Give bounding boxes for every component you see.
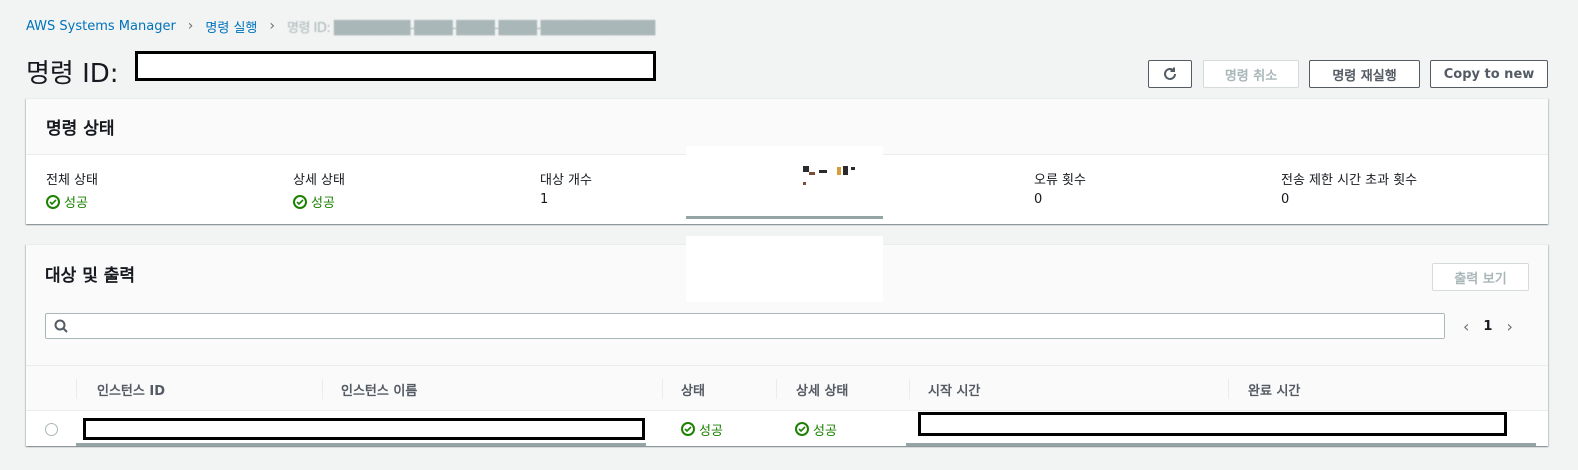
breadcrumb: AWS Systems Manager › 명령 실행 › 명령 ID: ███… — [26, 16, 655, 36]
redaction-patch — [686, 236, 883, 302]
command-id-redacted — [135, 51, 656, 81]
status-label: 오류 횟수 — [1034, 173, 1086, 188]
success-check-icon — [293, 194, 307, 209]
row-status-text: 성공 — [699, 423, 723, 439]
column-instance-name[interactable]: 인스턴스 이름 — [322, 366, 417, 412]
redaction-underline — [906, 443, 1536, 446]
table-header: 인스턴스 ID 인스턴스 이름 상태 상세 상태 시작 시간 완료 시간 — [26, 365, 1548, 411]
column-divider — [76, 379, 77, 399]
redaction-underline — [76, 443, 646, 446]
targets-title: 대상 및 출력 — [45, 266, 136, 286]
command-status-title: 명령 상태 — [46, 119, 115, 139]
column-end-time[interactable]: 완료 시간 — [1229, 366, 1300, 412]
current-page[interactable]: 1 — [1483, 319, 1492, 334]
success-check-icon — [46, 194, 60, 209]
row-status: 성공 — [681, 411, 723, 447]
cancel-command-button[interactable]: 명령 취소 — [1203, 60, 1299, 88]
search-icon — [54, 319, 68, 333]
breadcrumb-separator-icon: › — [269, 18, 275, 34]
column-status[interactable]: 상태 — [662, 366, 705, 412]
page-title: 명령 ID: — [26, 54, 119, 89]
pagination: ‹ 1 › — [1463, 313, 1513, 339]
redaction-underline — [686, 216, 883, 219]
column-instance-id[interactable]: 인스턴스 ID — [78, 366, 165, 412]
page-title-text: 명령 ID: — [26, 58, 119, 89]
next-page-icon[interactable]: › — [1506, 317, 1512, 336]
status-value: 성공 — [46, 192, 88, 211]
table-row: 성공 성공 — [26, 411, 1548, 447]
column-detail-status[interactable]: 상세 상태 — [777, 366, 848, 412]
status-label: 전송 제한 시간 초과 횟수 — [1281, 173, 1418, 188]
column-start-time[interactable]: 시작 시간 — [909, 366, 980, 412]
time-redacted — [918, 412, 1507, 436]
row-detail-status: 성공 — [795, 411, 837, 447]
status-label: 전체 상태 — [46, 173, 98, 188]
row-select-radio[interactable] — [45, 423, 58, 436]
prev-page-icon[interactable]: ‹ — [1463, 317, 1469, 336]
error-count: 오류 횟수 0 — [1034, 169, 1281, 225]
detail-status: 상세 상태 성공 — [293, 169, 540, 225]
status-value: 성공 — [293, 192, 335, 211]
instance-id-redacted — [83, 418, 645, 440]
breadcrumb-separator-icon: › — [187, 18, 194, 34]
refresh-button[interactable] — [1148, 60, 1192, 88]
status-label: 상세 상태 — [293, 173, 345, 188]
status-value: 0 — [1281, 192, 1290, 207]
status-text: 성공 — [64, 196, 88, 211]
rerun-command-button[interactable]: 명령 재실행 — [1309, 60, 1420, 88]
copy-to-new-button[interactable]: Copy to new — [1430, 60, 1548, 88]
overall-status: 전체 상태 성공 — [46, 169, 293, 225]
status-value: 0 — [1034, 192, 1043, 207]
delivery-timeout-count: 전송 제한 시간 초과 횟수 0 — [1281, 169, 1528, 225]
search-box — [45, 313, 1445, 339]
view-output-button[interactable]: 출력 보기 — [1432, 263, 1529, 291]
refresh-icon — [1162, 66, 1178, 82]
breadcrumb-systems-manager[interactable]: AWS Systems Manager — [26, 19, 176, 34]
success-check-icon — [795, 422, 809, 436]
search-input[interactable] — [74, 314, 1444, 338]
breadcrumb-run-command[interactable]: 명령 실행 — [205, 17, 257, 36]
success-check-icon — [681, 422, 695, 436]
redaction-pixels — [803, 166, 855, 188]
status-text: 성공 — [311, 196, 335, 211]
breadcrumb-current: 명령 ID: ████████-████-████-████-█████████… — [287, 20, 655, 36]
row-detail-status-text: 성공 — [813, 423, 837, 439]
